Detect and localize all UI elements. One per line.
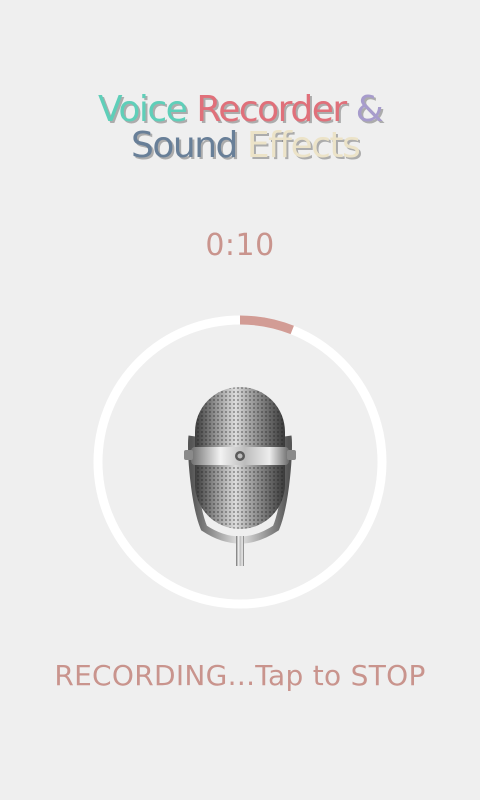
logo-line-1: Voice Recorder & [98, 89, 384, 130]
microphone-icon [184, 387, 296, 566]
logo-word-ampersand: & [355, 89, 384, 130]
logo-word-sound: Sound [131, 125, 238, 166]
logo-word-recorder: Recorder [196, 89, 347, 130]
logo-word-voice: Voice [98, 89, 188, 130]
recording-status[interactable]: RECORDING...Tap to STOP [0, 659, 480, 692]
record-stop-button[interactable] [92, 314, 388, 610]
logo-line-2: Sound Effects [131, 125, 361, 166]
progress-ring [93, 315, 387, 609]
ring-progress-arc [239, 315, 294, 335]
logo-word-effects: Effects [246, 125, 361, 166]
app-logo: Voice Recorder & Sound Effects [0, 88, 480, 168]
elapsed-time: 0:10 [205, 228, 275, 263]
